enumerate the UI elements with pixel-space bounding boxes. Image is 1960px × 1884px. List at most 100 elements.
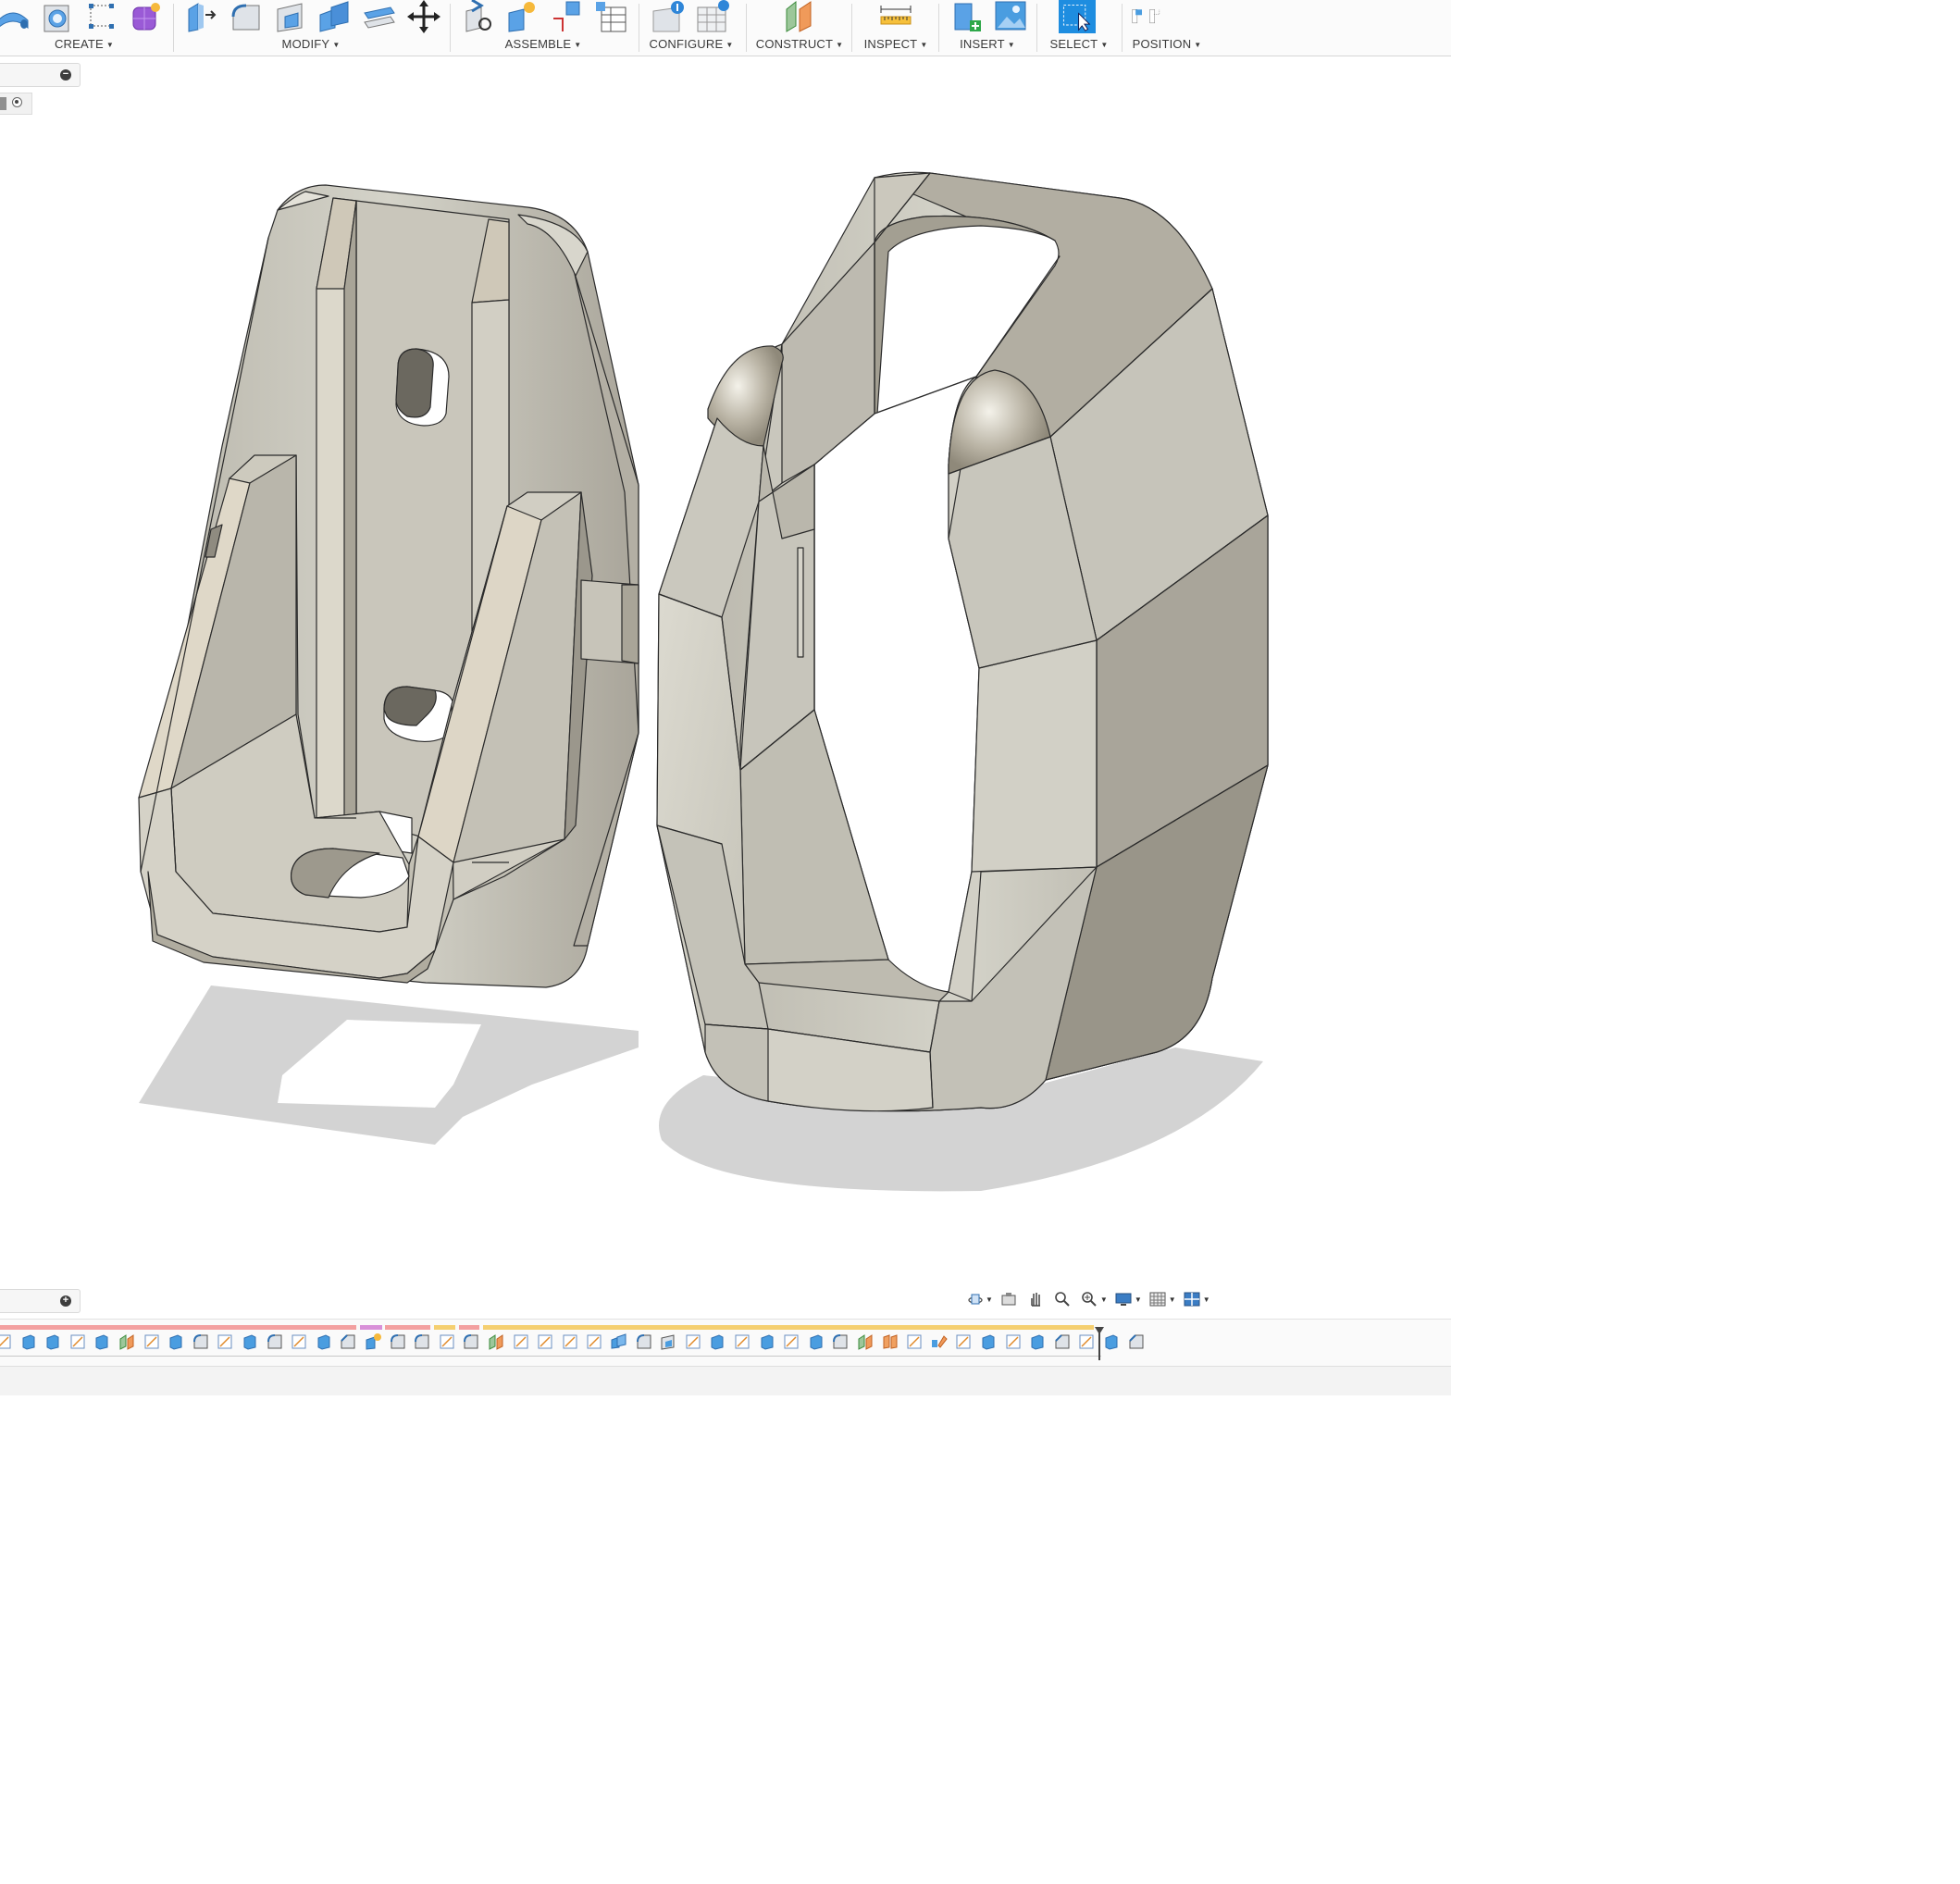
measure-icon[interactable] bbox=[879, 0, 912, 33]
bracket-body[interactable] bbox=[138, 184, 639, 988]
timeline-feature-fillet-icon[interactable] bbox=[413, 1332, 431, 1351]
timeline-feature-shell-icon[interactable] bbox=[659, 1332, 677, 1351]
select-menu[interactable]: SELECT ▼ bbox=[1040, 37, 1118, 51]
timeline-feature-extrude-icon[interactable] bbox=[758, 1332, 776, 1351]
inspect-menu[interactable]: INSPECT ▼ bbox=[855, 37, 937, 51]
configure-table-icon[interactable] bbox=[696, 0, 729, 33]
timeline-feature-sketch-icon[interactable] bbox=[290, 1332, 308, 1351]
timeline-feature-sketch-icon[interactable] bbox=[536, 1332, 554, 1351]
create-pipe-icon[interactable] bbox=[0, 0, 30, 33]
timeline-feature-sketch-icon[interactable] bbox=[68, 1332, 87, 1351]
timeline-feature-chamfer-icon[interactable] bbox=[339, 1332, 357, 1351]
combine-icon[interactable] bbox=[318, 0, 352, 33]
timeline-feature-sketch-icon[interactable] bbox=[905, 1332, 924, 1351]
timeline-feature-extrude-icon[interactable] bbox=[241, 1332, 259, 1351]
timeline-ruler bbox=[0, 1356, 1101, 1361]
insert-derive-icon[interactable] bbox=[951, 0, 985, 33]
timeline-feature-sketch-icon[interactable] bbox=[585, 1332, 603, 1351]
timeline-feature-extrude-icon[interactable] bbox=[708, 1332, 726, 1351]
comments-expand-button[interactable]: + bbox=[60, 1295, 71, 1307]
timeline-feature-sketch-icon[interactable] bbox=[216, 1332, 234, 1351]
timeline-feature-sketch-icon[interactable] bbox=[782, 1332, 800, 1351]
timeline-feature-combine-icon[interactable] bbox=[610, 1332, 628, 1351]
insert-canvas-icon[interactable] bbox=[994, 0, 1027, 33]
position-menu[interactable]: POSITION ▼ bbox=[1125, 37, 1209, 51]
modify-group: MODIFY ▼ bbox=[176, 0, 446, 56]
zoom-icon[interactable] bbox=[1050, 1289, 1075, 1309]
timeline-feature-extrude-icon[interactable] bbox=[167, 1332, 185, 1351]
timeline-feature-sketch-icon[interactable] bbox=[561, 1332, 579, 1351]
inspect-group: INSPECT ▼ bbox=[855, 0, 937, 56]
timeline-feature-sketch-icon[interactable] bbox=[0, 1332, 13, 1351]
fit-icon[interactable] bbox=[1077, 1289, 1102, 1309]
timeline-feature-plane-icon[interactable] bbox=[487, 1332, 505, 1351]
3d-viewport[interactable] bbox=[0, 57, 1451, 1288]
timeline-feature-pattern-icon[interactable] bbox=[930, 1332, 949, 1351]
timeline-feature-sketch-icon[interactable] bbox=[143, 1332, 161, 1351]
create-hole-icon[interactable] bbox=[41, 0, 74, 33]
timeline-feature-chamfer-icon[interactable] bbox=[1053, 1332, 1072, 1351]
timeline-feature-fillet-icon[interactable] bbox=[831, 1332, 850, 1351]
press-pull-icon[interactable] bbox=[185, 0, 218, 33]
orbit-icon[interactable] bbox=[962, 1289, 987, 1309]
timeline-feature-extrude-icon[interactable] bbox=[43, 1332, 62, 1351]
timeline-feature-sketch-icon[interactable] bbox=[733, 1332, 751, 1351]
timeline-feature-extrude-icon[interactable] bbox=[1102, 1332, 1121, 1351]
status-strip bbox=[0, 1366, 1451, 1395]
offset-plane-icon[interactable] bbox=[783, 0, 816, 33]
create-menu[interactable]: CREATE ▼ bbox=[0, 37, 168, 51]
timeline-feature-mirror-icon[interactable] bbox=[881, 1332, 899, 1351]
offset-face-icon[interactable] bbox=[363, 0, 396, 33]
display-settings-icon[interactable] bbox=[1111, 1289, 1136, 1309]
modify-menu[interactable]: MODIFY ▼ bbox=[176, 37, 446, 51]
as-built-joint-icon[interactable] bbox=[550, 0, 583, 33]
pan-icon[interactable] bbox=[1023, 1289, 1048, 1309]
timeline-feature-sketch-icon[interactable] bbox=[438, 1332, 456, 1351]
move-copy-icon[interactable] bbox=[407, 0, 440, 33]
timeline-feature-sketch-icon[interactable] bbox=[954, 1332, 973, 1351]
fillet-icon[interactable] bbox=[229, 0, 263, 33]
joint-icon[interactable] bbox=[505, 0, 539, 33]
viewport-canvas[interactable] bbox=[0, 57, 1451, 1288]
timeline-feature-sketch-icon[interactable] bbox=[512, 1332, 530, 1351]
assemble-group: ASSEMBLE ▼ bbox=[452, 0, 635, 56]
joint-table-icon[interactable] bbox=[594, 0, 627, 33]
timeline-feature-extrude-icon[interactable] bbox=[979, 1332, 998, 1351]
select-icon[interactable] bbox=[1059, 0, 1096, 33]
timeline-feature-sketch-icon[interactable] bbox=[684, 1332, 702, 1351]
timeline-feature-fillet-icon[interactable] bbox=[462, 1332, 480, 1351]
timeline-feature-joint-icon[interactable] bbox=[364, 1332, 382, 1351]
timeline bbox=[0, 1319, 1451, 1366]
construct-menu[interactable]: CONSTRUCT ▼ bbox=[750, 37, 850, 51]
timeline-feature-extrude-icon[interactable] bbox=[315, 1332, 333, 1351]
configure-menu[interactable]: CONFIGURE ▼ bbox=[642, 37, 740, 51]
timeline-marker-icon[interactable] bbox=[1094, 1327, 1105, 1360]
assemble-menu[interactable]: ASSEMBLE ▼ bbox=[452, 37, 635, 51]
capture-position-icon[interactable] bbox=[1131, 0, 1209, 33]
insert-group: INSERT ▼ bbox=[942, 0, 1033, 56]
timeline-feature-fillet-icon[interactable] bbox=[266, 1332, 284, 1351]
timeline-feature-fillet-icon[interactable] bbox=[389, 1332, 407, 1351]
timeline-feature-fillet-icon[interactable] bbox=[635, 1332, 653, 1351]
new-component-icon[interactable] bbox=[461, 0, 494, 33]
grid-settings-icon[interactable] bbox=[1146, 1289, 1171, 1309]
timeline-feature-plane-icon[interactable] bbox=[118, 1332, 136, 1351]
create-sketch-dimension-icon[interactable] bbox=[85, 0, 118, 33]
loop-clip-body[interactable] bbox=[656, 171, 1269, 1112]
timeline-feature-fillet-icon[interactable] bbox=[192, 1332, 210, 1351]
insert-menu[interactable]: INSERT ▼ bbox=[942, 37, 1033, 51]
timeline-feature-chamfer-icon[interactable] bbox=[1127, 1332, 1146, 1351]
viewports-icon[interactable] bbox=[1180, 1289, 1205, 1309]
select-group: SELECT ▼ bbox=[1040, 0, 1118, 56]
look-at-icon[interactable] bbox=[997, 1289, 1022, 1309]
comments-panel-header: + bbox=[0, 1289, 81, 1313]
timeline-feature-plane-icon[interactable] bbox=[856, 1332, 875, 1351]
shell-icon[interactable] bbox=[274, 0, 307, 33]
timeline-feature-extrude-icon[interactable] bbox=[93, 1332, 111, 1351]
timeline-feature-extrude-icon[interactable] bbox=[1028, 1332, 1047, 1351]
timeline-feature-extrude-icon[interactable] bbox=[807, 1332, 825, 1351]
timeline-feature-extrude-icon[interactable] bbox=[19, 1332, 38, 1351]
timeline-feature-sketch-icon[interactable] bbox=[1004, 1332, 1023, 1351]
create-form-icon[interactable] bbox=[130, 0, 163, 33]
configure-icon[interactable] bbox=[651, 0, 685, 33]
